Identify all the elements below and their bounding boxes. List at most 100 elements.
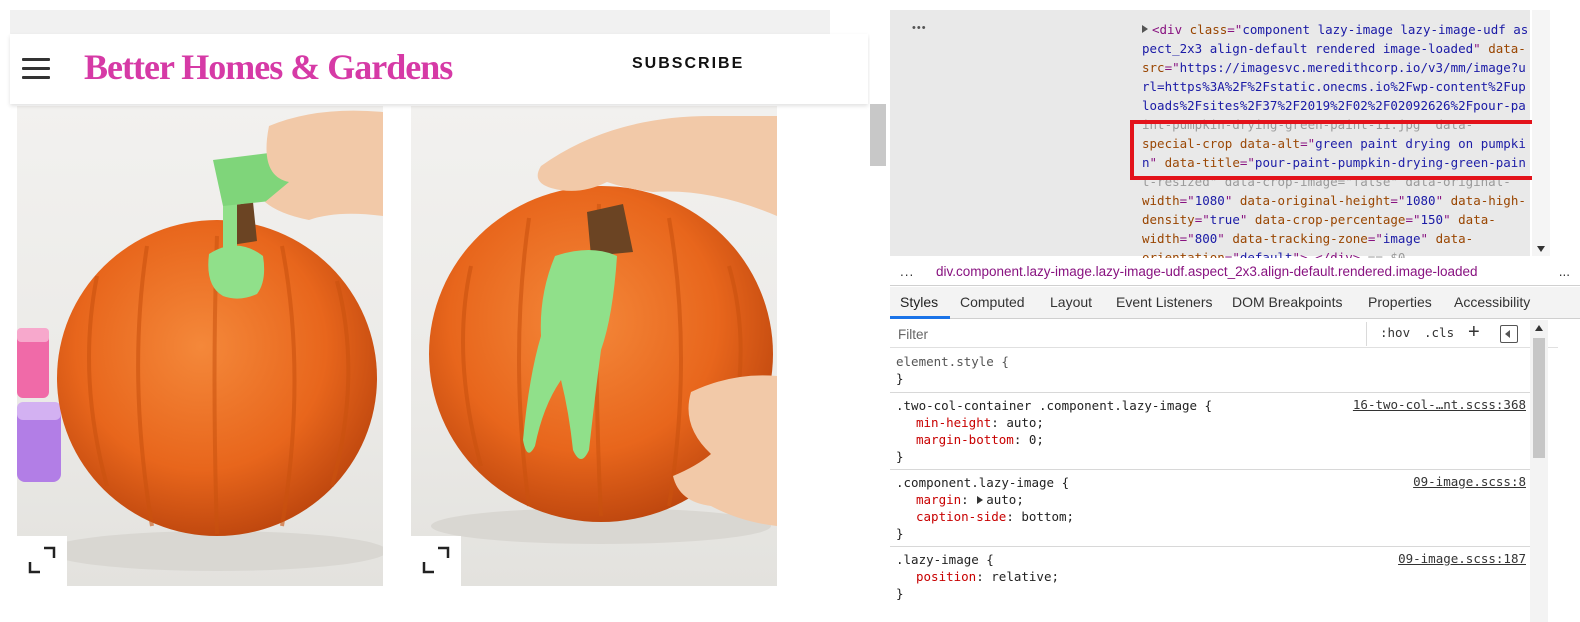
dom-source-token: " [1435,193,1451,208]
tab-event-listeners[interactable]: Event Listeners [1116,294,1213,310]
css-property[interactable]: position [916,569,976,584]
expand-image-button[interactable] [411,536,461,586]
styles-scrollbar[interactable] [1530,320,1548,622]
styles-scrollbar-thumb[interactable] [1533,338,1545,458]
dom-source-token: =" [1367,231,1383,246]
subscribe-link[interactable]: SUBSCRIBE [632,55,744,73]
css-value[interactable]: 0; [1029,432,1044,447]
dom-source-token: data-original-height [1239,193,1391,208]
hover-state-toggle[interactable]: :hov [1380,325,1410,340]
devtools-panel: ••• <div class="component lazy-image laz… [870,0,1580,622]
dom-source-token: pect_2x3 align-default rendered image-lo… [1142,41,1474,56]
dom-source-line[interactable]: density="true" data-crop-percentage="150… [1142,210,1552,229]
browser-top-strip [10,10,830,34]
breadcrumb-more-left[interactable]: ... [900,264,914,279]
dom-source-token: https://imagesvc.meredithcorp.io/v3/mm/i… [1179,60,1526,75]
style-declaration[interactable]: min-height: auto; [896,414,1524,431]
dom-source-token: component lazy-image lazy-image-udf as [1242,22,1529,37]
dom-source-token: width [1142,231,1180,246]
site-header: Better Homes & Gardens SUBSCRIBE [10,34,868,104]
css-value[interactable]: auto; [1006,415,1044,430]
dom-source-line[interactable]: rl=https%3A%2F%2Fstatic.onecms.io%2Fwp-c… [1142,77,1552,96]
dom-source-token: =" [1179,193,1195,208]
dom-source-token: image [1382,231,1421,246]
dom-source-token: =" [1179,231,1195,246]
rule-source-link[interactable]: 09-image.scss:187 [1398,551,1526,566]
styles-filter-bar: :hov .cls + [890,320,1558,348]
elements-scrollbar[interactable] [1532,10,1550,256]
menu-icon[interactable] [22,58,50,80]
dom-source-line[interactable]: src="https://imagesvc.meredithcorp.io/v3… [1142,58,1552,77]
dom-source-token: true [1209,212,1240,227]
breadcrumb-more-right[interactable]: ... [1559,264,1570,279]
dom-source-line[interactable]: pect_2x3 align-default rendered image-lo… [1142,39,1552,58]
style-rule[interactable]: .component.lazy-image { 09-image.scss:8 … [890,470,1530,547]
style-declaration[interactable]: margin-bottom: 0; [896,431,1524,448]
dom-source-token: data-crop-percentage [1254,212,1406,227]
page-scrollbar-thumb[interactable] [870,104,886,166]
dom-source-token: " [1473,41,1489,56]
scroll-up-arrow-icon[interactable] [1535,325,1543,331]
rule-source-link[interactable]: 09-image.scss:8 [1413,474,1526,489]
tab-dom-breakpoints[interactable]: DOM Breakpoints [1232,294,1342,310]
toggle-sidebar-icon[interactable] [1500,325,1518,343]
website-viewport: Better Homes & Gardens SUBSCRIBE [0,0,870,622]
elements-ellipsis[interactable]: ••• [912,22,927,34]
elements-tree[interactable]: ••• <div class="component lazy-image laz… [890,10,1550,265]
expand-node-triangle-icon[interactable] [1142,25,1148,33]
dom-source-line[interactable]: <div class="component lazy-image lazy-im… [1142,20,1552,39]
styles-filter-input[interactable] [898,325,1368,343]
tab-layout[interactable]: Layout [1050,294,1092,310]
dom-source-token: 150 [1420,212,1444,227]
rule-selector[interactable]: element.style { [896,353,1524,370]
style-rule[interactable]: .lazy-image { 09-image.scss:187 position… [890,547,1530,609]
dom-source-token: data- [1435,231,1474,246]
class-toggle[interactable]: .cls [1424,325,1454,340]
dom-source-token: 1080 [1405,193,1436,208]
dom-source-token: data- [1488,41,1526,56]
css-value[interactable]: relative; [991,569,1059,584]
css-property[interactable]: margin-bottom [916,432,1014,447]
dom-source-token: data- [1458,212,1496,227]
new-style-rule-icon[interactable]: + [1468,321,1480,344]
tab-accessibility[interactable]: Accessibility [1454,294,1530,310]
style-rule[interactable]: element.style { } [890,349,1530,393]
css-property[interactable]: min-height [916,415,991,430]
breadcrumb-path[interactable]: div.component.lazy-image.lazy-image-udf.… [936,264,1478,279]
dom-source-token: <div [1152,22,1190,37]
tab-styles[interactable]: Styles [900,294,938,310]
tab-computed[interactable]: Computed [960,294,1025,310]
expand-icon [422,546,450,574]
pumpkin-photo-pouring[interactable] [17,106,383,586]
dom-source-token: rl=https%3A%2F%2Fstatic.onecms.io%2Fwp-c… [1142,79,1526,94]
rule-close-brace: } [896,526,904,541]
dom-breadcrumb-bar: ... div.component.lazy-image.lazy-image-… [890,258,1580,286]
pumpkin-pouring-illustration [17,110,383,571]
css-value[interactable]: bottom; [1021,509,1074,524]
style-rule[interactable]: .two-col-container .component.lazy-image… [890,393,1530,470]
expand-shorthand-icon[interactable] [977,496,984,504]
style-declaration[interactable]: caption-side: bottom; [896,508,1524,525]
pumpkin-photo-drying[interactable] [411,106,777,586]
dom-source-line[interactable]: loads%2Fsites%2F37%2F2019%2F02%2F0209262… [1142,96,1552,115]
dom-source-line[interactable]: width="800" data-tracking-zone="image" d… [1142,229,1552,248]
dom-source-token: " [1217,231,1233,246]
site-logo[interactable]: Better Homes & Gardens [84,46,453,88]
css-value[interactable]: auto; [986,492,1024,507]
expand-image-button[interactable] [17,536,67,586]
page-scrollbar[interactable] [870,0,890,622]
rule-close-brace: } [896,586,904,601]
style-declaration[interactable]: margin: auto; [896,491,1524,508]
rule-source-link[interactable]: 16-two-col-…nt.scss:368 [1353,397,1526,412]
css-property[interactable]: caption-side [916,509,1006,524]
dom-source-line[interactable]: width="1080" data-original-height="1080"… [1142,191,1552,210]
style-declaration[interactable]: position: relative; [896,568,1524,585]
css-property[interactable]: margin [916,492,961,507]
dom-source-token: loads%2Fsites%2F37%2F2019%2F02%2F0209262… [1142,98,1526,113]
expand-icon [28,546,56,574]
styles-tabs: Styles Computed Layout Event Listeners D… [890,287,1580,319]
dom-source-token: " [1443,212,1459,227]
scroll-down-arrow-icon[interactable] [1537,246,1545,252]
tab-properties[interactable]: Properties [1368,294,1432,310]
dom-source-token: width [1142,193,1180,208]
